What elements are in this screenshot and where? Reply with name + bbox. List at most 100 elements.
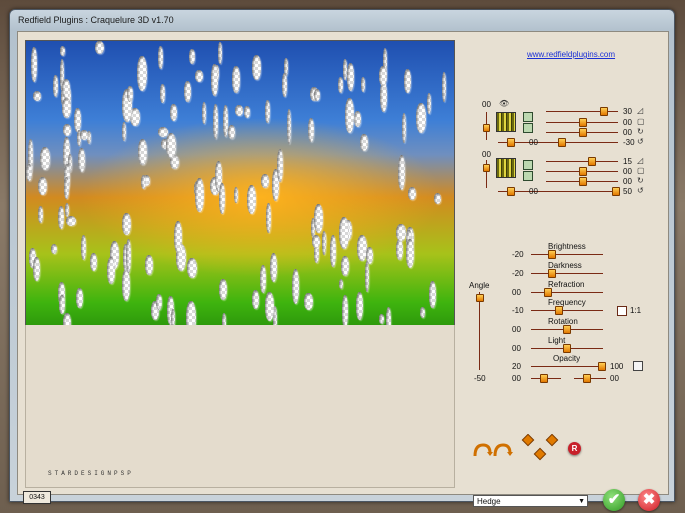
ratio-checkbox[interactable] [617, 306, 627, 316]
crack-hole [287, 109, 291, 144]
crack-hole [62, 79, 70, 98]
bottom-left-value: 00 [512, 374, 521, 383]
brightness-knob[interactable] [548, 250, 556, 259]
eye-icon[interactable]: 👁 [499, 99, 509, 108]
light2-value-1: 15 [623, 157, 632, 166]
light2-value-3: 00 [623, 177, 632, 186]
crack-hole [195, 70, 203, 82]
crack-hole [244, 106, 250, 118]
crack-hole [402, 113, 406, 143]
light1-value-1: 30 [623, 107, 632, 116]
refraction-value: 00 [512, 288, 521, 297]
light1-slider2-knob[interactable] [579, 118, 587, 127]
crack-hole [95, 41, 104, 54]
light2-texture-swatch[interactable] [496, 158, 516, 178]
crack-hole [308, 118, 314, 142]
crack-hole [156, 294, 162, 310]
crack-hole [265, 292, 274, 321]
bottom-left-knob[interactable] [540, 374, 548, 383]
light-knob[interactable] [563, 344, 571, 353]
frequency-label: Frequency [548, 298, 586, 307]
crack-hole [81, 235, 86, 260]
crack-hole [141, 175, 146, 189]
crack-hole [420, 307, 425, 318]
crack-hole [186, 301, 196, 325]
crack-hole [63, 124, 71, 136]
light1-slider4b-knob[interactable] [558, 138, 566, 147]
light1-mode-icon[interactable] [523, 112, 533, 122]
preset-selected-value: Hedge [477, 497, 501, 506]
crack-hole [341, 256, 349, 276]
opacity-knob[interactable] [598, 362, 606, 371]
bottom-right-value: 00 [610, 374, 619, 383]
frequency-track [531, 310, 603, 311]
light1-slider1-knob[interactable] [600, 107, 608, 116]
light2-grid-icon[interactable] [523, 171, 533, 181]
rotate-back-icon: ↺ [637, 137, 644, 146]
crack-hole [202, 102, 206, 124]
crack-hole [354, 111, 361, 127]
crack-hole [314, 89, 320, 101]
crack-hole [365, 261, 369, 292]
light2-slider1-knob[interactable] [588, 157, 596, 166]
preview-image[interactable] [25, 40, 455, 326]
crack-hole [213, 104, 218, 139]
crack-hole [396, 239, 403, 260]
light1-slider3-knob[interactable] [579, 128, 587, 137]
bottom-right-knob[interactable] [583, 374, 591, 383]
light2-slider4b-knob[interactable] [612, 187, 620, 196]
refraction-track [531, 292, 603, 293]
window-title: Redfield Plugins : Craquelure 3D v1.70 [18, 15, 174, 25]
website-link[interactable]: www.redfieldplugins.com [527, 50, 615, 59]
angle-knob[interactable] [476, 294, 484, 302]
light2-mode-icon[interactable] [523, 160, 533, 170]
crack-hole [361, 77, 365, 92]
opacity-box[interactable] [633, 361, 643, 371]
preset-dropdown[interactable]: Hedge ▼ [473, 495, 588, 507]
darkness-knob[interactable] [548, 269, 556, 278]
crack-hole [228, 125, 235, 139]
light2-vertical-knob[interactable] [483, 164, 490, 172]
refraction-label: Refraction [548, 280, 585, 289]
light1-slider4-knob[interactable] [507, 138, 515, 147]
move-arrows-icon[interactable] [521, 434, 561, 464]
light2-value-4: 50 [623, 187, 632, 196]
light1-value-4: -30 [623, 138, 635, 147]
cancel-button[interactable]: ✖ [638, 489, 660, 511]
crack-hole [356, 292, 363, 320]
crack-hole [78, 148, 85, 172]
page-icon: ▢ [637, 117, 645, 126]
angle-icon: ◿ [637, 106, 644, 115]
crack-hole [219, 183, 225, 214]
light1-left-value: 00 [482, 100, 491, 109]
light1-grid-icon[interactable] [523, 123, 533, 133]
crack-hole [442, 72, 446, 102]
light2-slider4-knob[interactable] [507, 187, 515, 196]
crack-hole [261, 174, 269, 188]
crack-hole [38, 177, 47, 195]
crack-hole [38, 206, 43, 223]
crack-hole [170, 104, 177, 121]
crack-hole [252, 290, 259, 309]
light1-value-2: 00 [623, 118, 632, 127]
plugin-window: Redfield Plugins : Craquelure 3D v1.70 S… [9, 9, 675, 511]
rotation-knob[interactable] [563, 325, 571, 334]
rotate-icon: ↻ [637, 176, 644, 185]
flip-arrows-icon[interactable] [473, 442, 513, 458]
darkness-value: -20 [512, 269, 524, 278]
light1-texture-swatch[interactable] [496, 112, 516, 132]
reset-icon[interactable]: R [568, 442, 581, 455]
crack-hole [60, 46, 65, 56]
crack-hole [62, 98, 71, 118]
light2-slider2-knob[interactable] [579, 167, 587, 176]
crack-hole [345, 98, 354, 133]
refraction-knob[interactable] [544, 288, 552, 297]
crack-hole [184, 81, 191, 102]
ok-button[interactable]: ✔ [603, 489, 625, 511]
angle-label: Angle [469, 281, 490, 290]
frequency-knob[interactable] [555, 306, 563, 315]
crack-hole [138, 139, 147, 165]
crack-hole [292, 269, 299, 304]
light1-vertical-knob[interactable] [483, 124, 490, 132]
light2-slider3-knob[interactable] [579, 177, 587, 186]
